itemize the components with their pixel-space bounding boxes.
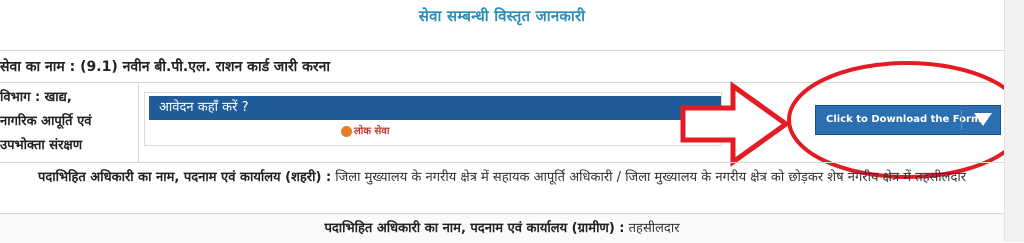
- officer-rural-value: तहसीलदार: [628, 221, 680, 236]
- header-band: सेवा सम्बन्धी विस्तृत जानकारी: [0, 0, 1004, 48]
- department-line: नागरिक आपूर्ति एवं: [0, 114, 92, 129]
- department-line: उपभोक्ता संरक्षण: [0, 138, 83, 153]
- officer-urban-value: जिला मुख्यालय के नगरीय क्षेत्र में सहायक…: [335, 170, 967, 185]
- divider: [0, 162, 1004, 163]
- chevron-down-icon: [974, 113, 992, 126]
- officer-urban-row: पदाभिहित अधिकारी का नाम, पदनाम एवं कार्य…: [0, 166, 1004, 190]
- officer-urban-label: पदाभिहित अधिकारी का नाम, पदनाम एवं कार्य…: [37, 170, 332, 185]
- apply-where-title: आवेदन कहाँ करें ?: [149, 96, 721, 120]
- officer-rural-row: पदाभिहित अधिकारी का नाम, पदनाम एवं कार्य…: [0, 218, 1004, 242]
- divider: [0, 82, 1004, 83]
- officer-rural-label: पदाभिहित अधिकारी का नाम, पदनाम एवं कार्य…: [324, 221, 625, 236]
- column-divider: [138, 82, 139, 162]
- scrollbar-track[interactable]: [1004, 0, 1024, 242]
- page-title: सेवा सम्बन्धी विस्तृत जानकारी: [418, 7, 586, 25]
- button-separator: [961, 110, 962, 130]
- apply-where-box: आवेदन कहाँ करें ? लोक सेवा: [144, 92, 722, 146]
- download-button-label: Click to Download the Form: [826, 114, 982, 125]
- lokseva-logo[interactable]: लोक सेवा: [341, 123, 389, 141]
- service-name: सेवा का नाम : (9.1) नवीन बी.पी.एल. राशन …: [0, 59, 331, 75]
- lokseva-logo-text: लोक सेवा: [354, 126, 390, 137]
- lokseva-emblem-icon: [341, 125, 352, 137]
- divider: [0, 50, 1004, 51]
- download-form-button[interactable]: Click to Download the Form: [815, 105, 1001, 135]
- department-line: विभाग : खाद्य,: [0, 90, 72, 105]
- department-cell: विभाग : खाद्य, नागरिक आपूर्ति एवं उपभोक्…: [0, 86, 132, 158]
